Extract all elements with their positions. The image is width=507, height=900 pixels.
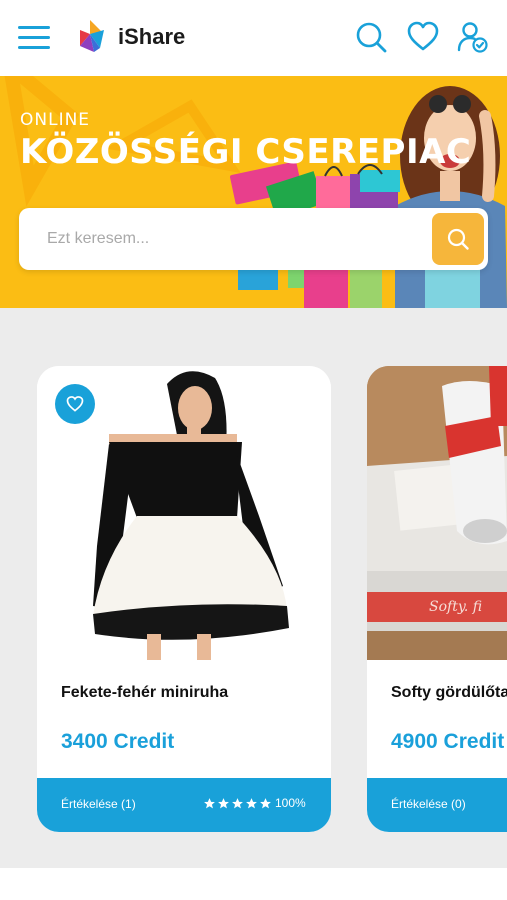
svg-text:Softy. fi: Softy. fi bbox=[429, 599, 482, 615]
star-icon bbox=[246, 797, 257, 808]
product-title[interactable]: Fekete-fehér miniruha bbox=[61, 684, 228, 702]
product-card[interactable]: Softy. fi Softy gördülőta 4900 Credit Ér… bbox=[367, 366, 507, 832]
search-button[interactable] bbox=[432, 213, 484, 265]
shopping-woman-illustration bbox=[230, 86, 507, 308]
heart-icon bbox=[66, 396, 84, 412]
rating-label[interactable]: Értékelése (0) bbox=[391, 797, 466, 811]
page-bottom bbox=[0, 868, 507, 900]
heart-icon[interactable] bbox=[406, 20, 440, 54]
product-carousel[interactable]: Fekete-fehér miniruha 3400 Credit Értéke… bbox=[0, 308, 507, 868]
star-icon bbox=[260, 797, 271, 808]
product-image[interactable]: Softy. fi bbox=[367, 366, 507, 660]
user-check-icon[interactable] bbox=[456, 20, 490, 54]
app-header: iShare bbox=[0, 0, 507, 76]
search-icon bbox=[447, 228, 469, 250]
star-rating: 100% bbox=[203, 796, 306, 810]
ishare-logo-icon bbox=[80, 20, 104, 52]
brand-logo[interactable]: iShare bbox=[76, 20, 185, 54]
product-price: 3400 Credit bbox=[61, 730, 175, 753]
rating-bar: Értékelése (0) bbox=[367, 778, 507, 832]
product-price: 4900 Credit bbox=[391, 730, 505, 753]
hero-title: KÖZÖSSÉGI CSEREPIAC bbox=[20, 132, 472, 172]
star-icon bbox=[232, 797, 243, 808]
search-input[interactable] bbox=[47, 208, 427, 270]
hero-kicker: ONLINE bbox=[20, 110, 91, 130]
product-title[interactable]: Softy gördülőta bbox=[391, 684, 507, 702]
hamburger-menu-icon[interactable] bbox=[18, 24, 50, 52]
hero-banner: ONLINE KÖZÖSSÉGI CSEREPIAC bbox=[0, 76, 507, 308]
search-bar bbox=[19, 208, 488, 270]
star-icon bbox=[204, 797, 215, 808]
rating-label[interactable]: Értékelése (1) bbox=[61, 797, 136, 811]
search-icon[interactable] bbox=[354, 20, 388, 54]
favorite-button[interactable] bbox=[55, 384, 95, 424]
product-card[interactable]: Fekete-fehér miniruha 3400 Credit Értéke… bbox=[37, 366, 331, 832]
star-icon bbox=[218, 797, 229, 808]
rating-percent: 100% bbox=[275, 796, 306, 810]
brand-name: iShare bbox=[118, 24, 186, 49]
rating-bar: Értékelése (1) 100% bbox=[37, 778, 331, 832]
